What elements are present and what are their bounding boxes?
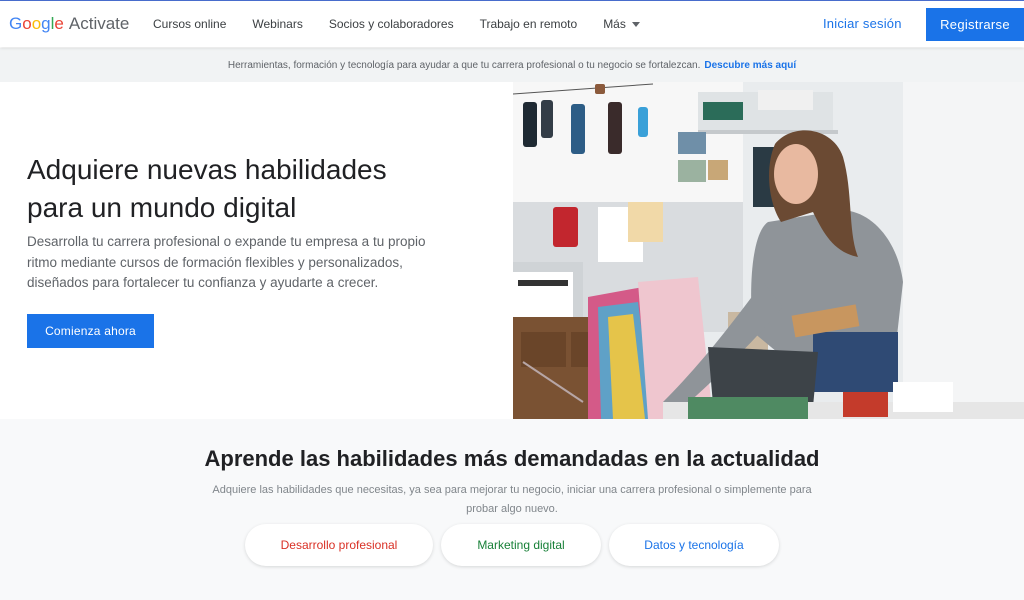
nav-item-label: Más [603,17,626,31]
chip-marketing-digital[interactable]: Marketing digital [441,524,601,566]
hero-subtitle: Desarrolla tu carrera profesional o expa… [27,234,426,290]
chip-datos-tecnologia[interactable]: Datos y tecnología [609,524,779,566]
main-nav: Cursos online Webinars Socios y colabora… [153,17,666,31]
skills-title: Aprende las habilidades más demandadas e… [204,446,820,471]
skills-section: Aprende las habilidades más demandadas e… [0,419,1024,600]
banner-link[interactable]: Descubre más aquí [704,60,796,71]
google-wordmark: Google [9,14,64,34]
nav-item-webinars[interactable]: Webinars [252,17,302,31]
nav-item-label: Trabajo en remoto [479,17,578,31]
caret-down-icon [631,22,640,27]
chip-desarrollo-profesional[interactable]: Desarrollo profesional [245,524,433,566]
skill-chips: Desarrollo profesional Marketing digital… [0,524,1024,566]
logo-letter: e [54,14,64,33]
nav-item-cursos-online[interactable]: Cursos online [153,17,226,31]
skills-description: Adquiere las habilidades que necesitas, … [212,484,812,515]
nav-item-label: Webinars [252,17,303,31]
logo-letter: o [31,14,42,33]
nav-item-socios[interactable]: Socios y colaboradores [329,17,454,31]
register-button[interactable]: Registrarse [926,8,1024,41]
chip-label: Desarrollo profesional [280,538,398,552]
logo-letter: g [41,14,51,33]
info-banner: Herramientas, formación y tecnología par… [0,48,1024,82]
start-now-button[interactable]: Comienza ahora [27,314,154,348]
logo-letter: G [9,14,23,33]
hero-section: Adquiere nuevas habilidades para un mund… [0,82,513,419]
banner-text: Herramientas, formación y tecnología par… [227,59,701,71]
google-activate-logo[interactable]: Google Activate [9,14,129,34]
hero-title: Adquiere nuevas habilidades para un mund… [27,154,387,223]
nav-item-label: Cursos online [153,17,227,31]
nav-item-mas[interactable]: Más [603,17,640,31]
nav-item-label: Socios y colaboradores [328,17,454,31]
hero-illustration [513,82,1024,419]
nav-item-trabajo-remoto[interactable]: Trabajo en remoto [480,17,578,31]
signin-link[interactable]: Iniciar sesión [823,16,902,31]
logo-product-name: Activate [68,14,130,33]
hero-image [513,82,1024,419]
logo-letter: o [22,14,32,33]
chip-label: Marketing digital [477,538,565,552]
site-header: Google Activate Cursos online Webinars S… [0,1,1024,47]
chip-label: Datos y tecnología [644,538,744,552]
